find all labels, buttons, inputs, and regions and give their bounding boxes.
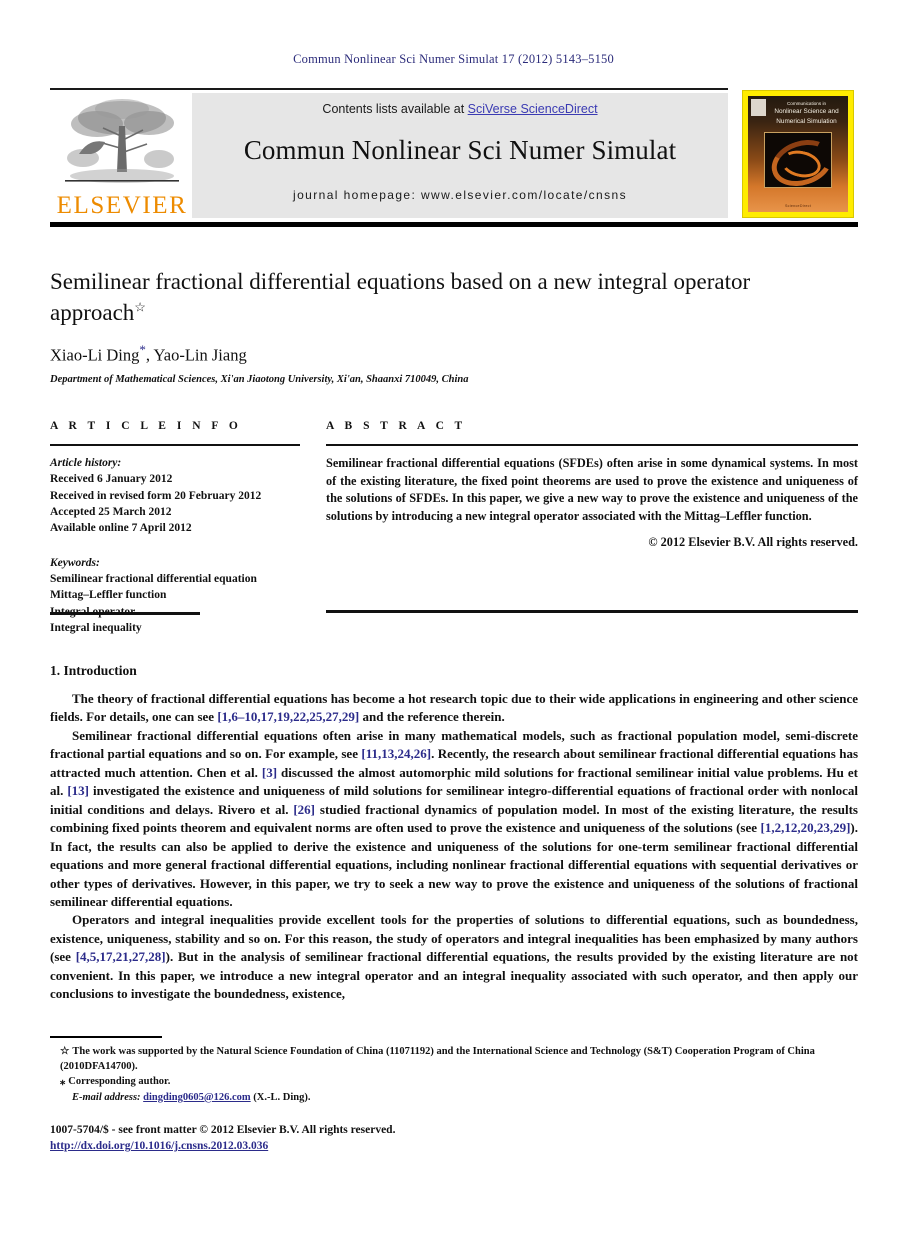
- doi-link[interactable]: http://dx.doi.org/10.1016/j.cnsns.2012.0…: [50, 1140, 268, 1152]
- article-info-heading: A R T I C L E I N F O: [50, 420, 242, 432]
- abstract-bottom-rule: [326, 610, 858, 613]
- abstract-heading: A B S T R A C T: [326, 420, 467, 432]
- footnotes: ☆ The work was supported by the Natural S…: [50, 1044, 858, 1105]
- colophon: 1007-5704/$ - see front matter © 2012 El…: [50, 1122, 858, 1155]
- affiliation: Department of Mathematical Sciences, Xi'…: [50, 373, 469, 385]
- paper-title-text: Semilinear fractional differential equat…: [50, 269, 751, 326]
- journal-title: Commun Nonlinear Sci Numer Simulat: [243, 135, 677, 165]
- issn-copyright-line: 1007-5704/$ - see front matter © 2012 El…: [50, 1124, 396, 1136]
- cover-title-line2: Nonlinear Science and: [774, 108, 839, 116]
- author-first: Xiao-Li Ding: [50, 345, 140, 365]
- cover-footer: ScienceDirect: [784, 204, 812, 208]
- corresponding-footnote: ⁎ Corresponding author.: [50, 1074, 858, 1089]
- cover-title: Communications in Nonlinear Science and …: [768, 100, 845, 127]
- contents-line: Contents lists available at SciVerse Sci…: [192, 93, 728, 116]
- article-history: Article history: Received 6 January 2012…: [50, 455, 300, 537]
- keywords-group: Keywords: Semilinear fractional differen…: [50, 555, 300, 637]
- article-history-item: Accepted 25 March 2012: [50, 505, 172, 518]
- abstract-text: Semilinear fractional differential equat…: [326, 456, 858, 524]
- keywords-label: Keywords:: [50, 556, 100, 569]
- title-block: Semilinear fractional differential equat…: [50, 266, 840, 385]
- article-info-column: A R T I C L E I N F O Article history: R…: [50, 420, 300, 636]
- sciencedirect-link[interactable]: SciVerse ScienceDirect: [468, 102, 598, 116]
- article-history-label: Article history:: [50, 457, 122, 469]
- article-history-item: Received in revised form 20 February 201…: [50, 489, 262, 502]
- citation-reference[interactable]: [1,6–10,17,19,22,25,27,29]: [217, 709, 359, 724]
- citation-reference[interactable]: [11,13,24,26]: [361, 746, 431, 761]
- corresponding-footnote-marker: ⁎: [60, 1076, 66, 1088]
- article-info-rule: [50, 444, 300, 446]
- body-paragraph: The theory of fractional differential eq…: [50, 690, 858, 727]
- email-label: E-mail address:: [72, 1091, 141, 1103]
- footnote-rule: [50, 1036, 162, 1038]
- citation-reference[interactable]: [4,5,17,21,27,28]: [76, 949, 166, 964]
- email-link[interactable]: dingding0605@126.com: [143, 1092, 251, 1103]
- cover-title-line3: Numerical Simulation: [776, 118, 837, 126]
- citation-reference[interactable]: [13]: [67, 783, 89, 798]
- elsevier-logo: ELSEVIER: [52, 96, 192, 218]
- journal-homepage[interactable]: journal homepage: www.elsevier.com/locat…: [192, 188, 728, 202]
- keyword-item: Mittag–Leffler function: [50, 589, 167, 602]
- funding-footnote-text: The work was supported by the Natural Sc…: [60, 1046, 815, 1073]
- section-heading: 1. Introduction: [50, 663, 137, 678]
- header-bottom-bar: [50, 222, 858, 227]
- keyword-item: Semilinear fractional differential equat…: [50, 572, 257, 585]
- elsevier-tree-icon: [65, 99, 179, 183]
- paragraph-text: ). But in the analysis of semilinear fra…: [50, 949, 858, 1002]
- funding-footnote-marker: ☆: [60, 1046, 70, 1057]
- title-footnote-marker[interactable]: ☆: [134, 299, 146, 314]
- body-paragraph: Semilinear fractional differential equat…: [50, 727, 858, 912]
- corresponding-footnote-text: Corresponding author.: [68, 1076, 171, 1088]
- cover-title-line1: Communications in: [786, 101, 827, 106]
- keyword-item: Integral inequality: [50, 621, 142, 634]
- journal-band: Contents lists available at SciVerse Sci…: [192, 93, 728, 218]
- introduction-section: 1. Introduction The theory of fractional…: [50, 663, 858, 1004]
- contents-prefix: Contents lists available at: [322, 102, 468, 116]
- cover-publisher-mark-icon: [751, 99, 766, 116]
- page-title: Semilinear fractional differential equat…: [50, 266, 840, 328]
- article-info-bottom-rule: [50, 612, 200, 615]
- paper-page: Commun Nonlinear Sci Numer Simulat 17 (2…: [0, 0, 907, 1238]
- funding-footnote: ☆ The work was supported by the Natural S…: [50, 1044, 858, 1074]
- paragraph-text: and the reference therein.: [359, 709, 505, 725]
- running-head: Commun Nonlinear Sci Numer Simulat 17 (2…: [293, 52, 614, 66]
- journal-header: ELSEVIER Contents lists available at Sci…: [50, 88, 858, 218]
- citation-reference[interactable]: [1,2,12,20,23,29]: [760, 820, 850, 835]
- cover-inner: Communications in Nonlinear Science and …: [748, 96, 848, 212]
- article-history-item: Received 6 January 2012: [50, 473, 173, 486]
- abstract-rule: [326, 444, 858, 446]
- abstract-copyright: © 2012 Elsevier B.V. All rights reserved…: [648, 534, 858, 549]
- elsevier-wordmark: ELSEVIER: [56, 192, 188, 219]
- citation-reference[interactable]: [26]: [293, 802, 315, 817]
- body-paragraph: Operators and integral inequalities prov…: [50, 911, 858, 1003]
- header-top-rule: [50, 88, 728, 90]
- abstract-column: A B S T R A C T Semilinear fractional di…: [326, 420, 858, 550]
- email-footnote: E-mail address: dingding0605@126.com (X.…: [50, 1090, 858, 1105]
- article-history-item: Available online 7 April 2012: [50, 522, 192, 535]
- citation-reference[interactable]: [3]: [262, 765, 277, 780]
- email-suffix: (X.-L. Ding).: [253, 1091, 311, 1103]
- author-rest: , Yao-Lin Jiang: [145, 345, 247, 365]
- author-list: Xiao-Li Ding*, Yao-Lin Jiang: [50, 342, 840, 366]
- body-paragraphs: The theory of fractional differential eq…: [50, 690, 858, 1004]
- journal-cover-thumbnail[interactable]: Communications in Nonlinear Science and …: [742, 90, 854, 218]
- cover-artwork: [764, 132, 832, 188]
